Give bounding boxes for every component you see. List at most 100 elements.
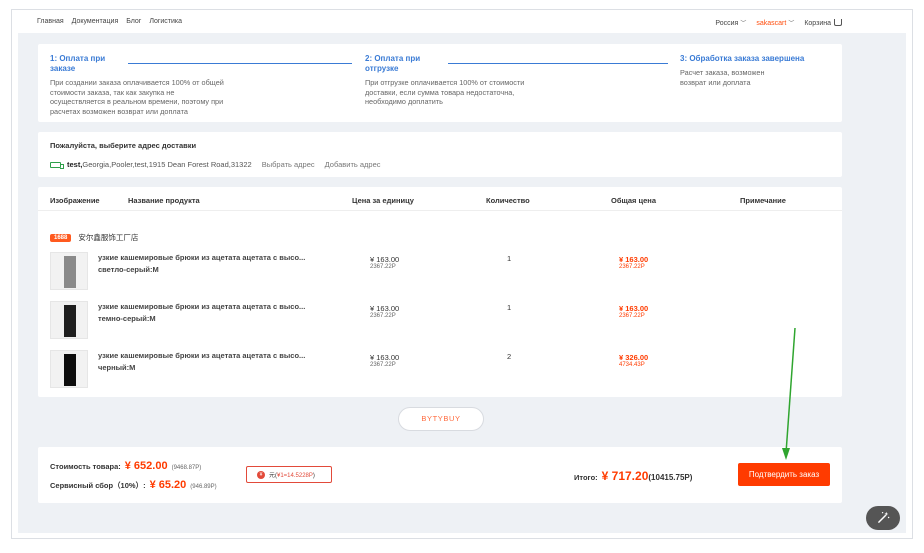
order-total: Итого: ¥ 717.20 (10415.75P) (574, 469, 692, 483)
nav-link-logistics[interactable]: Логистика (149, 18, 182, 25)
cart-icon (834, 19, 842, 26)
product-thumbnail[interactable] (50, 301, 88, 339)
total-price: ¥ 163.00 (619, 304, 649, 313)
cart-link[interactable]: Корзина (804, 18, 842, 27)
top-nav: Главная Документация Блог Логистика Росс… (12, 10, 912, 34)
order-summary: Стоимость товара: ¥ 652.00 (9468.87P) Се… (38, 447, 842, 503)
product-name[interactable]: узкие кашемировые брюки из ацетата ацета… (98, 351, 338, 360)
goods-cost-value: ¥ 652.00 (124, 460, 168, 472)
order-total-label: Итого: (574, 473, 598, 482)
step-connector (448, 63, 668, 64)
total-price-rub: 4734.43P (619, 362, 645, 368)
order-total-value: ¥ 717.20 (601, 469, 649, 483)
shop-name: 安尔鑫服饰工厂店 (78, 233, 139, 242)
nav-link-home[interactable]: Главная (37, 18, 64, 25)
step-3: 3: Обработка заказа завершена Расчет зак… (680, 54, 830, 87)
unit-price: ¥ 163.00 (370, 353, 400, 362)
yen-icon: ¥ (257, 470, 265, 479)
cart-label: Корзина (804, 20, 831, 27)
product-variant: черный:M (98, 363, 136, 372)
table-row: узкие кашемировые брюки из ацетата ацета… (38, 350, 842, 392)
magic-wand-button[interactable] (866, 506, 900, 530)
product-name[interactable]: узкие кашемировые брюки из ацетата ацета… (98, 302, 338, 311)
source-badge: 1688 (50, 233, 72, 242)
table-header: Изображение Название продукта Цена за ед… (38, 187, 842, 211)
goods-cost-label: Стоимость товара: (50, 462, 121, 471)
header-product: Название продукта (128, 196, 200, 205)
quantity: 2 (507, 352, 512, 361)
unit-price-rub: 2367.22P (370, 264, 396, 270)
product-thumbnail[interactable] (50, 252, 88, 290)
total-price: ¥ 163.00 (619, 255, 649, 264)
shop-header: 1688 安尔鑫服饰工厂店 (50, 232, 138, 243)
chevron-down-icon: ﹀ (788, 21, 795, 27)
address-card: Пожалуйста, выберите адрес доставки test… (38, 132, 842, 177)
add-address-link[interactable]: Добавить адрес (325, 160, 381, 169)
address-line: Georgia,Pooler,test,1915 Dean Forest Roa… (82, 160, 252, 169)
header-image: Изображение (50, 196, 100, 205)
table-row: узкие кашемировые брюки из ацетата ацета… (38, 301, 842, 343)
step-3-title: 3: Обработка заказа завершена (680, 54, 805, 63)
step-connector (128, 63, 352, 64)
header-quantity: Количество (486, 196, 530, 205)
account-menu[interactable]: sakascart ﹀ (756, 18, 794, 27)
total-price: ¥ 326.00 (619, 353, 649, 362)
quantity: 1 (507, 303, 512, 312)
country-selector[interactable]: Россия ﹀ (715, 18, 746, 27)
service-fee: Сервисный сбор（10%）: ¥ 65.20 (946.89P) (50, 479, 217, 491)
unit-price: ¥ 163.00 (370, 255, 400, 264)
step-2-title: 2: Оплата при отгрузке (365, 54, 421, 73)
magic-wand-icon (878, 511, 890, 523)
total-price-rub: 2367.22P (619, 313, 645, 319)
total-price-rub: 2367.22P (619, 264, 645, 270)
brand-logo: BYTYBUY (398, 407, 484, 431)
account-name: sakascart (756, 20, 787, 27)
unit-price-rub: 2367.22P (370, 362, 396, 368)
table-row: узкие кашемировые брюки из ацетата ацета… (38, 252, 842, 294)
step-1-desc: При создании заказа оплачивается 100% от… (50, 78, 224, 116)
pants-image (64, 305, 76, 337)
service-fee-value: ¥ 65.20 (149, 479, 187, 491)
nav-link-blog[interactable]: Блог (126, 18, 141, 25)
step-2: 2: Оплата при отгрузке При отгрузке опла… (365, 54, 524, 107)
checkout-area: 1: Оплата при заказе При создании заказа… (18, 33, 906, 533)
truck-icon (50, 161, 64, 169)
step-1: 1: Оплата при заказе При создании заказа… (50, 54, 224, 116)
exchange-rate-value: ¥1=14.5228P (277, 473, 313, 479)
chevron-down-icon: ﹀ (740, 21, 747, 27)
address-name: test, (67, 160, 83, 169)
confirm-order-button[interactable]: Подтвердить заказ (738, 463, 830, 486)
exchange-rate-suffix: ) (312, 473, 315, 479)
goods-cost: Стоимость товара: ¥ 652.00 (9468.87P) (50, 460, 201, 472)
exchange-rate-text: 元(¥1=14.5228P) (269, 470, 315, 479)
step-1-title: 1: Оплата при заказе (50, 54, 106, 73)
goods-cost-rub: (9468.87P) (171, 465, 202, 471)
product-variant: светло-серый:M (98, 265, 159, 274)
address-title: Пожалуйста, выберите адрес доставки (50, 141, 197, 150)
service-fee-label: Сервисный сбор（10%）: (50, 481, 146, 490)
pants-image (64, 256, 76, 288)
product-variant: темно-серый:M (98, 314, 156, 323)
unit-price: ¥ 163.00 (370, 304, 400, 313)
pants-image (64, 354, 76, 386)
header-unit-price: Цена за единицу (352, 196, 414, 205)
header-total: Общая цена (611, 196, 656, 205)
exchange-rate-prefix: 元( (269, 473, 277, 479)
payment-steps: 1: Оплата при заказе При создании заказа… (38, 44, 842, 122)
product-table: Изображение Название продукта Цена за ед… (38, 187, 842, 397)
product-thumbnail[interactable] (50, 350, 88, 388)
address-row: test, Georgia,Pooler,test,1915 Dean Fores… (50, 160, 381, 169)
select-address-link[interactable]: Выбрать адрес (262, 160, 315, 169)
product-name[interactable]: узкие кашемировые брюки из ацетата ацета… (98, 253, 338, 262)
quantity: 1 (507, 254, 512, 263)
step-3-desc: Расчет заказа, возможен возврат или допл… (680, 68, 765, 87)
service-fee-rub: (946.89P) (190, 484, 217, 490)
header-note: Примечание (740, 196, 786, 205)
country-label: Россия (715, 20, 739, 27)
browser-frame: Главная Документация Блог Логистика Росс… (11, 9, 913, 539)
exchange-rate-badge[interactable]: ¥ 元(¥1=14.5228P) (246, 466, 332, 483)
step-2-desc: При отгрузке оплачивается 100% от стоимо… (365, 78, 525, 106)
nav-link-docs[interactable]: Документация (72, 18, 119, 25)
order-total-rub: (10415.75P) (648, 473, 693, 482)
unit-price-rub: 2367.22P (370, 313, 396, 319)
